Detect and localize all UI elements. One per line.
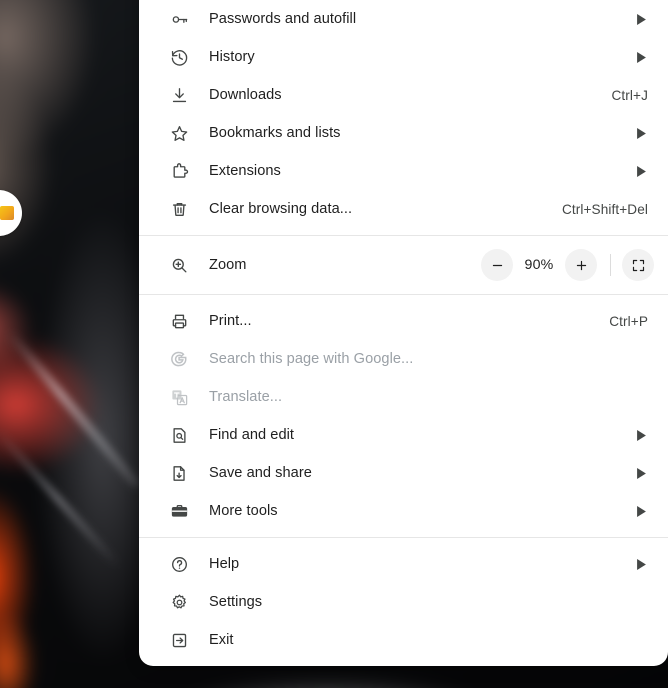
menu-item-label: More tools — [209, 503, 278, 519]
zoom-magnifier-icon — [168, 254, 190, 276]
chevron-right-icon — [635, 429, 647, 441]
menu-item-print[interactable]: Print... Ctrl+P — [139, 302, 668, 340]
menu-item-label: Settings — [209, 594, 263, 610]
menu-separator-2 — [139, 294, 668, 295]
zoom-level-value: 90% — [524, 257, 554, 273]
menu-item-exit[interactable]: Exit — [139, 621, 668, 659]
menu-item-clear-browsing-data[interactable]: Clear browsing data... Ctrl+Shift+Del — [139, 190, 668, 228]
menu-item-label: Clear browsing data... — [209, 201, 353, 217]
menu-item-settings[interactable]: Settings — [139, 583, 668, 621]
find-icon — [168, 424, 190, 446]
menu-group-tools: Print... Ctrl+P Search this page with Go… — [139, 302, 668, 530]
menu-item-search-this-page-with-google: Search this page with Google... — [139, 340, 668, 378]
chevron-right-icon — [635, 165, 647, 177]
zoom-in-button[interactable] — [565, 249, 597, 281]
menu-item-label: Translate... — [209, 389, 283, 405]
menu-item-find-and-edit[interactable]: Find and edit — [139, 416, 668, 454]
chevron-right-icon — [635, 127, 647, 139]
menu-separator-1 — [139, 235, 668, 236]
zoom-out-button[interactable] — [481, 249, 513, 281]
puzzle-icon — [168, 160, 190, 182]
chevron-right-icon — [635, 13, 647, 25]
toolbox-icon — [168, 500, 190, 522]
menu-item-trailing — [635, 165, 650, 177]
menu-item-label: Search this page with Google... — [209, 351, 414, 367]
history-icon — [168, 46, 190, 68]
fullscreen-button[interactable] — [622, 249, 654, 281]
menu-item-label: Find and edit — [209, 427, 295, 443]
menu-item-save-and-share[interactable]: Save and share — [139, 454, 668, 492]
key-icon — [168, 8, 190, 30]
menu-item-label: Exit — [209, 632, 234, 648]
menu-item-shortcut: Ctrl+P — [609, 313, 648, 329]
menu-group-primary: Passwords and autofill History Downloads… — [139, 0, 668, 228]
menu-item-trailing — [635, 558, 650, 570]
menu-item-trailing — [635, 13, 650, 25]
chevron-right-icon — [635, 51, 647, 63]
menu-item-label: Passwords and autofill — [209, 11, 357, 27]
zoom-label: Zoom — [209, 257, 247, 273]
chevron-right-icon — [635, 558, 647, 570]
menu-item-bookmarks-and-lists[interactable]: Bookmarks and lists — [139, 114, 668, 152]
menu-item-label: Print... — [209, 313, 252, 329]
menu-separator-3 — [139, 537, 668, 538]
google-g-icon — [168, 348, 190, 370]
menu-item-label: Save and share — [209, 465, 312, 481]
translate-icon — [168, 386, 190, 408]
download-icon — [168, 84, 190, 106]
help-icon — [168, 553, 190, 575]
chrome-main-menu: Passwords and autofill History Downloads… — [139, 0, 668, 666]
menu-item-history[interactable]: History — [139, 38, 668, 76]
zoom-controls: 90% — [481, 249, 654, 281]
menu-item-label: Downloads — [209, 87, 282, 103]
printer-icon — [168, 310, 190, 332]
menu-group-footer: Help Settings Exit — [139, 545, 668, 659]
menu-item-label: Help — [209, 556, 240, 572]
menu-item-more-tools[interactable]: More tools — [139, 492, 668, 530]
favicon-glyph — [0, 206, 14, 220]
menu-item-shortcut: Ctrl+J — [611, 87, 648, 103]
trash-icon — [168, 198, 190, 220]
menu-item-label: History — [209, 49, 255, 65]
menu-item-trailing — [635, 429, 650, 441]
menu-item-trailing: Ctrl+P — [609, 314, 650, 329]
save-share-icon — [168, 462, 190, 484]
menu-row-zoom: Zoom 90% — [139, 243, 668, 287]
screen: Passwords and autofill History Downloads… — [0, 0, 668, 688]
menu-item-extensions[interactable]: Extensions — [139, 152, 668, 190]
menu-item-downloads[interactable]: Downloads Ctrl+J — [139, 76, 668, 114]
star-icon — [168, 122, 190, 144]
chevron-right-icon — [635, 505, 647, 517]
zoom-divider — [610, 254, 611, 276]
gear-icon — [168, 591, 190, 613]
menu-item-trailing — [635, 51, 650, 63]
menu-item-translate: Translate... — [139, 378, 668, 416]
menu-item-trailing — [635, 505, 650, 517]
menu-item-label: Extensions — [209, 163, 281, 179]
menu-item-trailing — [635, 127, 650, 139]
menu-item-trailing: Ctrl+J — [612, 88, 650, 103]
menu-item-label: Bookmarks and lists — [209, 125, 341, 141]
exit-icon — [168, 629, 190, 651]
menu-item-help[interactable]: Help — [139, 545, 668, 583]
menu-item-trailing: Ctrl+Shift+Del — [562, 202, 650, 217]
menu-item-shortcut: Ctrl+Shift+Del — [561, 201, 648, 217]
menu-item-trailing — [635, 467, 650, 479]
chevron-right-icon — [635, 467, 647, 479]
menu-item-passwords-and-autofill[interactable]: Passwords and autofill — [139, 0, 668, 38]
